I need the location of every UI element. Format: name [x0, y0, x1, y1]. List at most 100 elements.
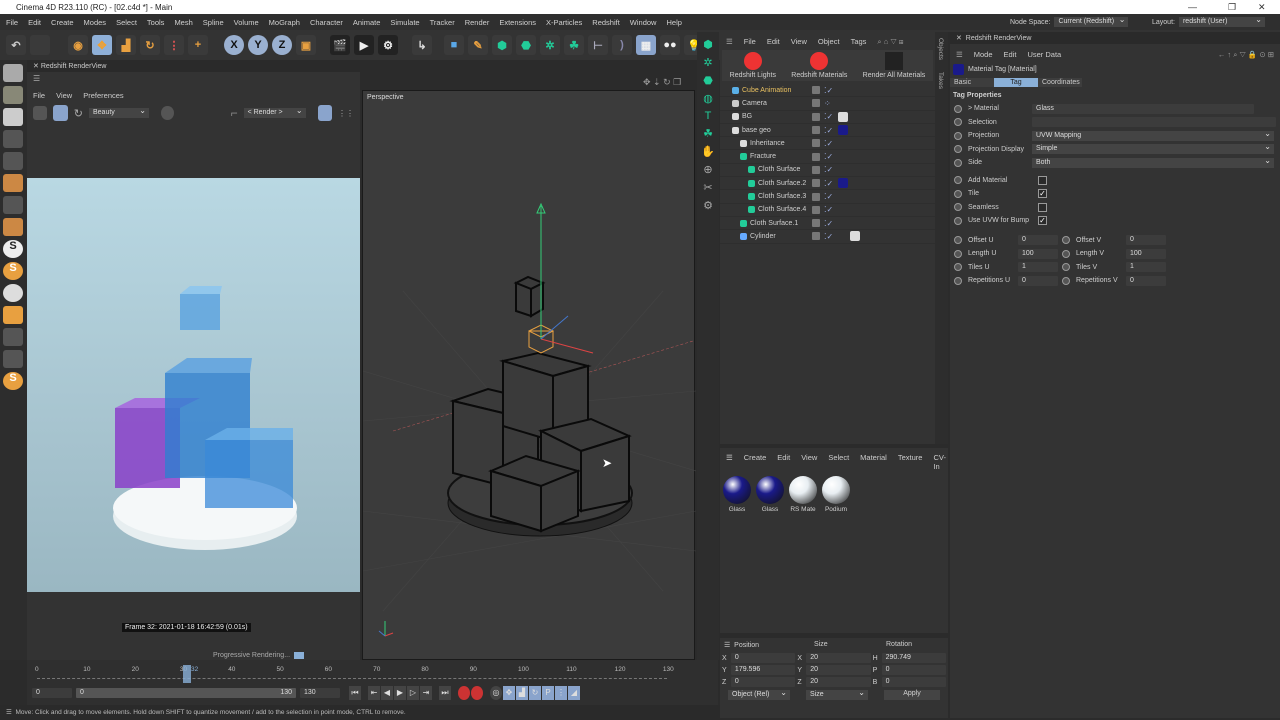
sculpt-icon[interactable]: ⬢ — [703, 38, 713, 51]
menu-render[interactable]: Render — [465, 18, 490, 27]
menu-mograph[interactable]: MoGraph — [269, 18, 300, 27]
floor-icon[interactable]: ▦ — [636, 35, 656, 55]
object-row[interactable]: base geo ⁚✓ — [720, 124, 935, 138]
obj-menu-edit[interactable]: Edit — [767, 37, 780, 47]
menu-tools[interactable]: Tools — [147, 18, 165, 27]
visibility-toggle[interactable] — [812, 139, 820, 148]
anim-dot-icon[interactable] — [1062, 276, 1070, 285]
anim-dot-icon[interactable] — [954, 216, 962, 225]
material-link-field[interactable]: Glass — [1032, 103, 1254, 114]
obj-menu-object[interactable]: Object — [818, 37, 840, 47]
coordinate-mode-dropdown[interactable]: Object (Rel) — [728, 688, 790, 700]
crop-icon[interactable]: ⌐ — [231, 106, 238, 120]
obj-menu-file[interactable]: File — [744, 37, 756, 47]
anim-dot-icon[interactable] — [1062, 263, 1070, 272]
mat-menu-view[interactable]: View — [801, 453, 817, 471]
mat-menu-cv-in[interactable]: CV-In — [933, 453, 946, 471]
visibility-toggle[interactable] — [812, 99, 820, 108]
property-checkbox[interactable]: ✓ — [1038, 216, 1047, 226]
previous-frame-icon[interactable]: ◀ — [381, 686, 393, 700]
z-axis-button[interactable]: Z — [272, 35, 292, 55]
voronoi-icon[interactable]: ☘ — [703, 127, 713, 140]
anim-dot-icon[interactable] — [954, 203, 962, 212]
object-row[interactable]: Camera ⁘ — [720, 97, 935, 111]
attr-tab-tag[interactable]: Tag — [994, 78, 1038, 87]
object-row[interactable]: BG ⁚✓ — [720, 111, 935, 124]
enabled-check-icon[interactable]: ⁚✓ — [824, 205, 833, 214]
rotate-tool-icon[interactable]: ↻ — [140, 35, 160, 55]
object-row[interactable]: Cloth Surface.4 ⁚✓ — [720, 204, 935, 217]
material-tag-icon[interactable] — [838, 178, 848, 189]
anim-dot-icon[interactable] — [954, 176, 962, 185]
property-checkbox[interactable]: ✓ — [1038, 189, 1047, 199]
menu-tracker[interactable]: Tracker — [430, 18, 455, 27]
menu-window[interactable]: Window — [630, 18, 657, 27]
viewport-nav-icons[interactable]: ✥ ⇣ ↻ ❐ — [643, 77, 681, 88]
anim-dot-icon[interactable] — [954, 145, 962, 154]
render-settings-icon[interactable]: ⚙ — [378, 35, 398, 55]
next-frame-icon[interactable]: ▷ — [407, 686, 419, 700]
mograph-icon[interactable]: ⬣ — [703, 74, 713, 87]
attr-nav-icons[interactable]: ← ↑ ⌕ ▽ 🔒 ⊙ ⊞ — [1218, 50, 1274, 60]
close-button[interactable]: ✕ — [1258, 2, 1266, 13]
apply-button[interactable]: Apply — [884, 690, 940, 700]
mat-menu-edit[interactable]: Edit — [777, 453, 790, 471]
enabled-check-icon[interactable]: ⁚✓ — [824, 219, 833, 228]
visibility-toggle[interactable] — [812, 165, 820, 174]
perspective-viewport[interactable]: Perspective ✥ ⇣ ↻ ❐ ➤ — [362, 77, 696, 660]
camera-dropdown[interactable]: < Render > — [243, 106, 306, 118]
anim-dot-icon[interactable] — [954, 131, 962, 140]
snap-s2-icon[interactable]: S — [3, 262, 23, 280]
anim-dot-icon[interactable] — [954, 104, 962, 113]
property-dropdown[interactable]: Simple — [1032, 142, 1274, 155]
enabled-check-icon[interactable]: ⁘ — [824, 99, 831, 108]
material-tag-icon[interactable] — [850, 231, 860, 242]
coordinate-system-icon[interactable]: ▣ — [296, 35, 316, 55]
render-icon[interactable] — [3, 64, 23, 82]
interpolation-icon[interactable]: ◢ — [568, 686, 580, 700]
material-tag-icon[interactable] — [838, 111, 848, 122]
menu-create[interactable]: Create — [51, 18, 74, 27]
rotation-field[interactable]: 290.749 — [881, 653, 946, 663]
enabled-check-icon[interactable]: ⁚✓ — [824, 139, 833, 148]
key-param-icon[interactable]: P — [542, 686, 554, 700]
attr-menu-mode[interactable]: Mode — [974, 50, 993, 60]
menu-mesh[interactable]: Mesh — [174, 18, 192, 27]
tab-objects[interactable]: Objects — [935, 32, 946, 66]
object-row[interactable]: Inheritance ⁚✓ — [720, 137, 935, 151]
y-axis-button[interactable]: Y — [248, 35, 268, 55]
property-checkbox[interactable] — [1038, 175, 1047, 185]
mat-menu-texture[interactable]: Texture — [898, 453, 923, 471]
visibility-toggle[interactable] — [812, 205, 820, 214]
start-render-icon[interactable] — [53, 105, 68, 121]
size-mode-dropdown[interactable]: Size — [806, 688, 868, 700]
property-dropdown[interactable]: Both — [1032, 156, 1274, 168]
obj-menu-tags[interactable]: Tags — [851, 37, 867, 47]
enabled-check-icon[interactable]: ⁚✓ — [824, 86, 833, 95]
renderview-tab[interactable]: ✕ Redshift RenderView — [27, 60, 360, 72]
minimize-button[interactable]: — — [1188, 2, 1197, 12]
material-menu-icon[interactable]: ☰ — [726, 453, 733, 471]
aov-dropdown[interactable]: Beauty — [89, 106, 149, 118]
cloner-icon[interactable]: ✲ — [540, 35, 560, 55]
node-space-dropdown[interactable]: Current (Redshift) — [1054, 15, 1129, 27]
visibility-toggle[interactable] — [812, 192, 820, 201]
menu-file[interactable]: File — [6, 18, 18, 27]
subdivision-icon[interactable]: ⬢ — [492, 35, 512, 55]
layout-selector[interactable]: Layout: redshift (User) — [1152, 15, 1271, 27]
text-icon[interactable]: T — [705, 110, 712, 122]
size-field[interactable]: 20 — [806, 653, 871, 663]
psr-icon[interactable]: ⋮ — [164, 35, 184, 55]
brush-icon[interactable] — [3, 306, 23, 324]
anim-dot-icon[interactable] — [954, 236, 962, 245]
snapshot-icon[interactable] — [161, 106, 174, 120]
play-icon[interactable]: ▶ — [394, 686, 406, 700]
texture-mode-icon[interactable] — [3, 108, 23, 126]
go-to-start-icon[interactable]: ⏮ — [349, 686, 361, 700]
numeric-field[interactable]: 0 — [1126, 275, 1166, 286]
key-scale-icon[interactable]: ▟ — [516, 686, 528, 700]
enabled-check-icon[interactable]: ⁚✓ — [824, 126, 833, 135]
property-checkbox[interactable] — [1038, 202, 1047, 212]
menu-modes[interactable]: Modes — [84, 18, 107, 27]
position-field[interactable]: 179.596 — [730, 665, 796, 675]
